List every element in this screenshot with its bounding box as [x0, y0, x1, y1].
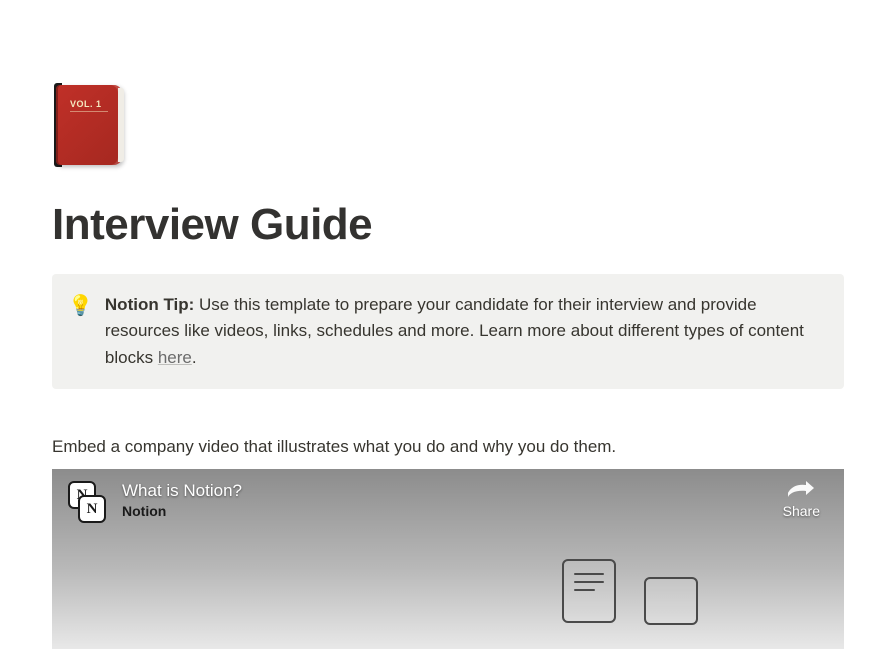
video-embed[interactable]: N N What is Notion? Notion Share: [52, 469, 844, 649]
book-volume-label: VOL. 1: [70, 99, 102, 109]
callout-body-after: .: [192, 348, 197, 367]
video-title[interactable]: What is Notion?: [122, 481, 242, 501]
callout-content: Notion Tip: Use this template to prepare…: [105, 292, 824, 371]
video-illustration-card: [562, 559, 616, 623]
share-label: Share: [783, 503, 820, 519]
video-header: N N What is Notion? Notion: [68, 481, 242, 525]
share-icon: [786, 479, 816, 499]
callout-link-here[interactable]: here: [158, 348, 192, 367]
callout-body-before: Use this template to prepare your candid…: [105, 295, 804, 367]
page-container: VOL. 1 Interview Guide 💡 Notion Tip: Use…: [0, 0, 896, 649]
book-pages: [118, 88, 124, 162]
notion-logo-icon: N: [78, 495, 106, 523]
page-icon-book[interactable]: VOL. 1: [52, 80, 130, 170]
page-title[interactable]: Interview Guide: [52, 200, 844, 250]
notion-tip-callout[interactable]: 💡 Notion Tip: Use this template to prepa…: [52, 274, 844, 389]
section-intro-text[interactable]: Embed a company video that illustrates w…: [52, 437, 844, 457]
lightbulb-icon: 💡: [68, 292, 93, 320]
book-decorative-line: [70, 111, 108, 112]
book-cover: VOL. 1: [56, 85, 122, 165]
video-title-block: What is Notion? Notion: [122, 481, 242, 519]
video-channel-avatar[interactable]: N N: [68, 481, 112, 525]
video-channel-name[interactable]: Notion: [122, 503, 242, 519]
callout-label: Notion Tip:: [105, 295, 194, 314]
video-share-button[interactable]: Share: [783, 479, 820, 519]
video-illustration-card: [644, 577, 698, 625]
